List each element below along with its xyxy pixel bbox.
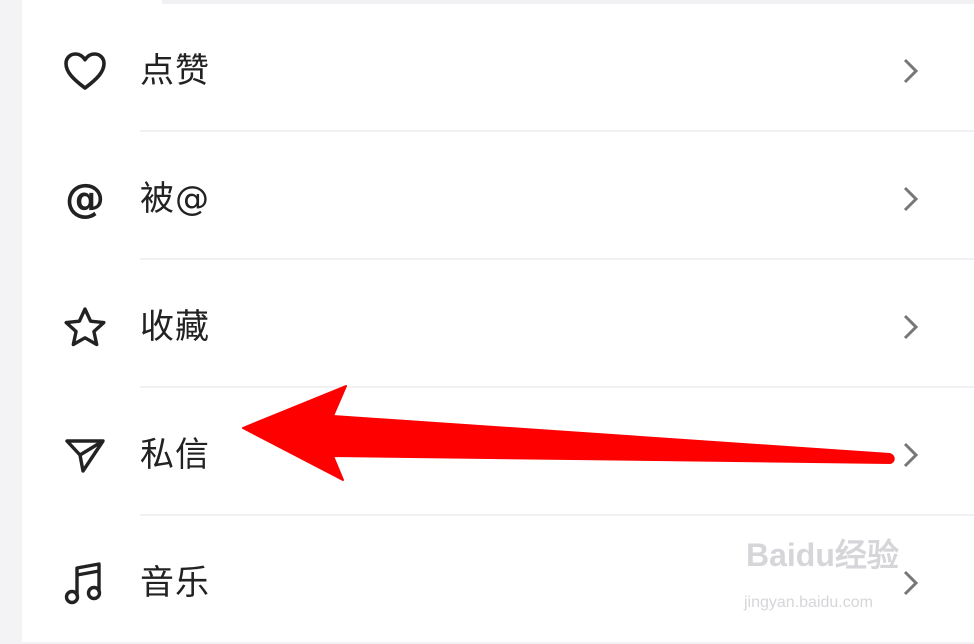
menu-item-label: 音乐 — [140, 563, 210, 603]
menu-item-messages[interactable]: 私信 — [22, 388, 974, 516]
chevron-right-icon — [903, 186, 919, 212]
menu-item-label: 私信 — [140, 435, 210, 475]
menu-item-likes[interactable]: 点赞 — [22, 4, 974, 132]
watermark-logo: Baidu经验 — [746, 537, 899, 573]
menu-item-label: 点赞 — [140, 51, 210, 91]
music-note-icon — [62, 560, 108, 606]
chevron-right-icon — [903, 442, 919, 468]
chevron-right-icon — [903, 58, 919, 84]
watermark-url: jingyan.baidu.com — [744, 594, 873, 611]
send-icon — [62, 432, 108, 478]
chevron-right-icon — [903, 314, 919, 340]
menu-item-mentions[interactable]: @ 被@ — [22, 132, 974, 260]
menu-item-label: 收藏 — [140, 307, 210, 347]
star-icon — [62, 304, 108, 350]
at-icon: @ — [65, 176, 105, 222]
baidu-watermark: Baidu经验 jingyan.baidu.com — [744, 530, 964, 620]
heart-icon — [62, 48, 108, 94]
menu-item-favorites[interactable]: 收藏 — [22, 260, 974, 388]
menu-item-label: 被@ — [140, 179, 210, 219]
